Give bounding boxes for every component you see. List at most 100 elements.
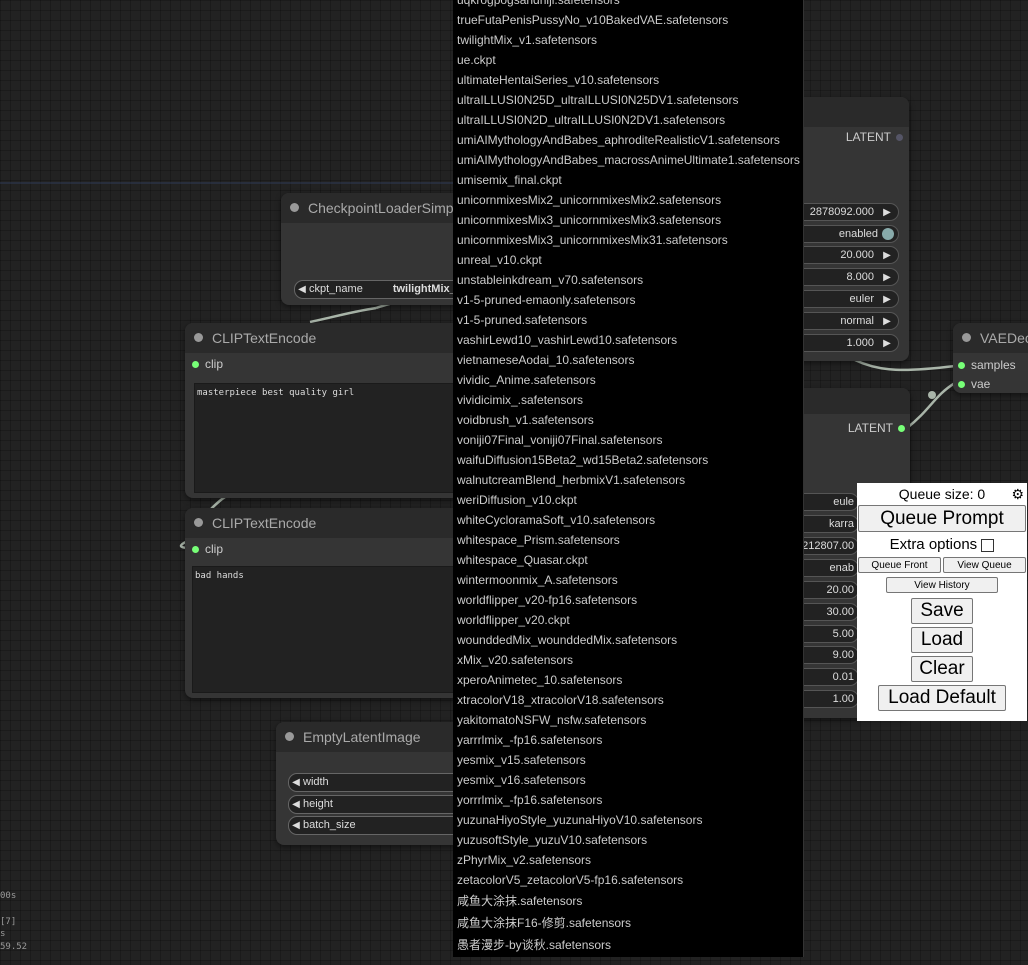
empty-latent-image-node[interactable]: EmptyLatentImage ◀ width ◀ height ◀ batch_s… (276, 722, 470, 845)
ksampler2-widget-6[interactable]: 5.00 (795, 625, 859, 643)
dropdown-item[interactable]: twilightMix_v1.safetensors (453, 30, 803, 50)
dropdown-item[interactable]: voidbrush_v1.safetensors (453, 410, 803, 430)
ksampler2-widget-0[interactable]: eule (795, 493, 859, 511)
extra-options-checkbox[interactable] (981, 538, 995, 552)
batch-size-widget[interactable]: ◀ batch_size (288, 816, 470, 835)
right-arrow-icon[interactable]: ▶ (880, 248, 894, 264)
dropdown-item[interactable]: yuzusoftStyle_yuzuV10.safetensors (453, 830, 803, 850)
dropdown-item[interactable]: unreal_v10.ckpt (453, 250, 803, 270)
dropdown-item[interactable]: unicornmixesMix2_unicornmixesMix2.safete… (453, 190, 803, 210)
dropdown-item[interactable]: yuzunaHiyoStyle_yuzunaHiyoV10.safetensor… (453, 810, 803, 830)
dropdown-item[interactable]: umisemix_final.ckpt (453, 170, 803, 190)
collapse-dot-icon[interactable] (290, 203, 299, 212)
prompt-textarea[interactable]: masterpiece best quality girl (194, 383, 458, 493)
dropdown-item[interactable]: ultraILLUSI0N25D_ultraILLUSI0N25DV1.safe… (453, 90, 803, 110)
load-default-button[interactable]: Load Default (878, 685, 1006, 711)
slot-dot-icon[interactable] (896, 134, 903, 142)
dropdown-item[interactable]: wounddedMix_wounddedMix.safetensors (453, 630, 803, 650)
toggle-icon[interactable] (882, 228, 894, 241)
ckpt-dropdown-menu[interactable]: uqkrogpogsahdhiji.safetensors trueFutaPen… (453, 0, 804, 957)
collapse-dot-icon[interactable] (962, 333, 971, 342)
queue-prompt-button[interactable]: Queue Prompt (858, 505, 1026, 532)
clear-button[interactable]: Clear (911, 656, 973, 682)
dropdown-item[interactable]: yarrrlmix_-fp16.safetensors (453, 730, 803, 750)
ksampler2-widget-8[interactable]: 0.01 (795, 668, 859, 686)
ckpt-name-widget[interactable]: ◀ ckpt_name twilightMix_v (294, 280, 476, 299)
slot-dot-icon[interactable] (898, 425, 905, 433)
dropdown-item[interactable]: worldflipper_v20.ckpt (453, 610, 803, 630)
node-title[interactable] (790, 388, 910, 414)
ksampler2-widget-7[interactable]: 9.00 (795, 646, 859, 664)
right-arrow-icon[interactable]: ▶ (880, 270, 894, 286)
collapse-dot-icon[interactable] (194, 333, 203, 342)
slot-dot-icon[interactable] (192, 361, 199, 369)
queue-front-button[interactable]: Queue Front (858, 557, 941, 573)
load-button[interactable]: Load (911, 627, 973, 653)
checkpoint-loader-node[interactable]: CheckpointLoaderSimple ◀ ckpt_name twiligh… (281, 193, 476, 305)
dropdown-item[interactable]: unstableinkdream_v70.safetensors (453, 270, 803, 290)
vae-input-slot[interactable]: vae (958, 377, 990, 391)
right-arrow-icon[interactable]: ▶ (880, 292, 894, 308)
collapse-dot-icon[interactable] (285, 732, 294, 741)
save-button[interactable]: Save (911, 598, 973, 624)
dropdown-item[interactable]: xtracolorV18_xtracolorV18.safetensors (453, 690, 803, 710)
sampler-name-widget[interactable]: euler ▶ (795, 290, 899, 308)
gear-icon[interactable]: ⚙ (1011, 483, 1024, 505)
dropdown-item[interactable]: vietnameseAodai_10.safetensors (453, 350, 803, 370)
dropdown-item[interactable]: vividicimix_.safetensors (453, 390, 803, 410)
clip-text-encode-positive-node[interactable]: CLIPTextEncode clip masterpiece best qua… (185, 323, 460, 498)
control-after-generate-widget[interactable]: enabled (795, 225, 899, 243)
latent-output-slot[interactable]: LATENT (848, 421, 905, 435)
ksampler2-widget-2[interactable]: 3212807.00 (795, 537, 859, 555)
cfg-widget[interactable]: 8.000 ▶ (795, 268, 899, 286)
node-title[interactable]: CLIPTextEncode (185, 508, 460, 538)
ksampler2-widget-3[interactable]: enab (795, 559, 859, 577)
dropdown-item[interactable]: whiteCycloramaSoft_v10.safetensors (453, 510, 803, 530)
left-arrow-icon[interactable]: ◀ (295, 281, 309, 298)
vae-decode-node[interactable]: VAEDec samples vae (953, 323, 1028, 393)
ksampler2-widget-4[interactable]: 20.00 (795, 581, 859, 599)
dropdown-item[interactable]: vashirLewd10_vashirLewd10.safetensors (453, 330, 803, 350)
dropdown-item[interactable]: v1-5-pruned.safetensors (453, 310, 803, 330)
node-title[interactable]: EmptyLatentImage (276, 722, 461, 752)
dropdown-item[interactable]: umiAIMythologyAndBabes_aphroditeRealisti… (453, 130, 803, 150)
dropdown-item[interactable]: uqkrogpogsahdhiji.safetensors (453, 0, 803, 10)
dropdown-item[interactable]: walnutcreamBlend_herbmixV1.safetensors (453, 470, 803, 490)
steps-widget[interactable]: 20.000 ▶ (795, 246, 899, 264)
right-arrow-icon[interactable]: ▶ (880, 336, 894, 352)
node-title[interactable] (790, 97, 909, 127)
clip-text-encode-negative-node[interactable]: CLIPTextEncode clip bad hands (185, 508, 460, 698)
scheduler-widget[interactable]: normal ▶ (795, 312, 899, 330)
seed-widget[interactable]: 2878092.000 ▶ (795, 203, 899, 221)
ksampler2-widget-9[interactable]: 1.00 (795, 690, 859, 708)
dropdown-item[interactable]: zPhyrMix_v2.safetensors (453, 850, 803, 870)
dropdown-item[interactable]: vividic_Anime.safetensors (453, 370, 803, 390)
dropdown-item[interactable]: unicornmixesMix3_unicornmixesMix3.safete… (453, 210, 803, 230)
prompt-textarea[interactable]: bad hands (192, 566, 458, 693)
dropdown-item[interactable]: 咸鱼大涂抹.safetensors (453, 890, 803, 912)
dropdown-item[interactable]: yorrrlmix_-fp16.safetensors (453, 790, 803, 810)
left-arrow-icon[interactable]: ◀ (289, 796, 303, 813)
dropdown-item[interactable]: wintermoonmix_A.safetensors (453, 570, 803, 590)
dropdown-item[interactable]: unicornmixesMix3_unicornmixesMix31.safet… (453, 230, 803, 250)
dropdown-item[interactable]: ultraILLUSI0N2D_ultraILLUSI0N2DV1.safete… (453, 110, 803, 130)
dropdown-item[interactable]: voniji07Final_voniji07Final.safetensors (453, 430, 803, 450)
left-arrow-icon[interactable]: ◀ (289, 774, 303, 791)
dropdown-item[interactable]: zetacolorV5_zetacolorV5-fp16.safetensors (453, 870, 803, 890)
height-widget[interactable]: ◀ height (288, 795, 470, 814)
dropdown-item[interactable]: whitespace_Quasar.ckpt (453, 550, 803, 570)
clip-input-slot[interactable]: clip (192, 542, 223, 556)
dropdown-item[interactable]: trueFutaPenisPussyNo_v10BakedVAE.safeten… (453, 10, 803, 30)
dropdown-item[interactable]: 咸鱼大涂抹F16-修剪.safetensors (453, 912, 803, 934)
dropdown-item[interactable]: yesmix_v16.safetensors (453, 770, 803, 790)
right-arrow-icon[interactable]: ▶ (880, 205, 894, 221)
dropdown-item[interactable]: ue.ckpt (453, 50, 803, 70)
dropdown-item[interactable]: umiAIMythologyAndBabes_macrossAnimeUltim… (453, 150, 803, 170)
node-title[interactable]: VAEDec (953, 323, 1028, 353)
dropdown-item[interactable]: waifuDiffusion15Beta2_wd15Beta2.safetens… (453, 450, 803, 470)
view-history-button[interactable]: View History (886, 577, 998, 593)
collapse-dot-icon[interactable] (194, 518, 203, 527)
right-arrow-icon[interactable]: ▶ (880, 314, 894, 330)
dropdown-item[interactable]: weriDiffusion_v10.ckpt (453, 490, 803, 510)
slot-dot-icon[interactable] (958, 362, 965, 370)
